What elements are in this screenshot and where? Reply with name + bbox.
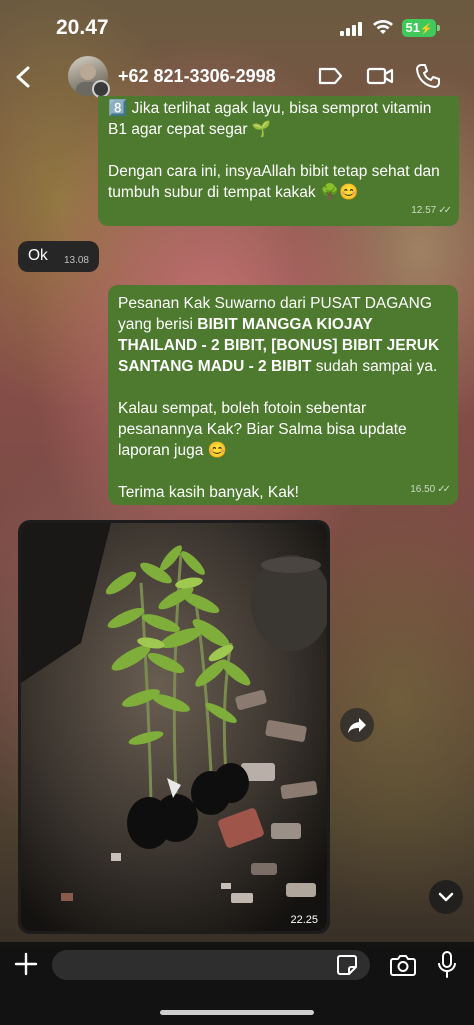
read-ticks-icon: ✓✓ (438, 205, 452, 216)
plus-icon[interactable] (14, 952, 38, 976)
status-time: 20.47 (56, 16, 109, 39)
read-ticks-icon: ✓✓ (437, 484, 451, 495)
plant-seedlings-photo[interactable] (21, 523, 327, 931)
message-text: Ok (28, 247, 48, 264)
message-text: Terima kasih banyak, Kak! (118, 484, 299, 501)
message-time: 12.57 (411, 205, 437, 216)
message-text: Pesanan Kak Suwarno dari PUSAT DAGANG ya… (118, 293, 448, 377)
message-line: Jika terlihat agak layu, bisa semprot vi… (108, 100, 432, 138)
message-bubble-outgoing[interactable]: Pesanan Kak Suwarno dari PUSAT DAGANG ya… (108, 285, 458, 505)
image-message[interactable]: 22.25 (18, 520, 330, 934)
chat-header: +62 821-3306-2998 (0, 54, 474, 100)
battery-level: 51 (405, 20, 420, 35)
forward-button[interactable] (340, 708, 374, 742)
message-input[interactable] (52, 950, 370, 980)
battery-tip (437, 25, 440, 31)
phone-icon[interactable] (414, 62, 442, 90)
message-time: 16.50 (410, 484, 436, 495)
message-text: Dengan cara ini, insyaAllah bibit tetap … (108, 163, 440, 201)
camera-icon[interactable] (390, 954, 416, 976)
message-bubble-outgoing[interactable]: 8️⃣ Jika terlihat agak layu, bisa sempro… (98, 96, 459, 226)
battery-indicator: 51⚡ (402, 19, 436, 37)
mic-icon[interactable] (437, 951, 457, 979)
message-time: 13.08 (63, 255, 89, 266)
video-call-icon[interactable] (366, 62, 394, 90)
forward-icon (348, 718, 366, 733)
number-emoji: 8️⃣ (108, 100, 128, 117)
message-text: Kalau sempat, boleh fotoin sebentar pesa… (118, 400, 407, 459)
back-chevron-icon[interactable] (10, 60, 38, 94)
message-meta: 12.57 ✓✓ (411, 200, 452, 221)
message-meta: 16.50 ✓✓ (410, 479, 451, 500)
status-bar: 20.47 51⚡ (0, 0, 474, 56)
label-tag-icon[interactable] (316, 62, 344, 90)
message-text: 8️⃣ Jika terlihat agak layu, bisa sempro… (108, 98, 449, 140)
home-indicator (160, 1010, 314, 1015)
message-bubble-incoming[interactable]: Ok 13.08 (18, 241, 99, 272)
wifi-icon (373, 20, 393, 34)
chevron-down-icon (438, 892, 454, 902)
signal-icon (340, 22, 366, 36)
contact-name[interactable]: +62 821-3306-2998 (118, 66, 276, 87)
sticker-icon[interactable] (336, 954, 358, 976)
message-time: 22.25 (290, 914, 318, 926)
scroll-to-bottom-button[interactable] (429, 880, 463, 914)
message-span: sudah sampai ya. (311, 358, 438, 375)
